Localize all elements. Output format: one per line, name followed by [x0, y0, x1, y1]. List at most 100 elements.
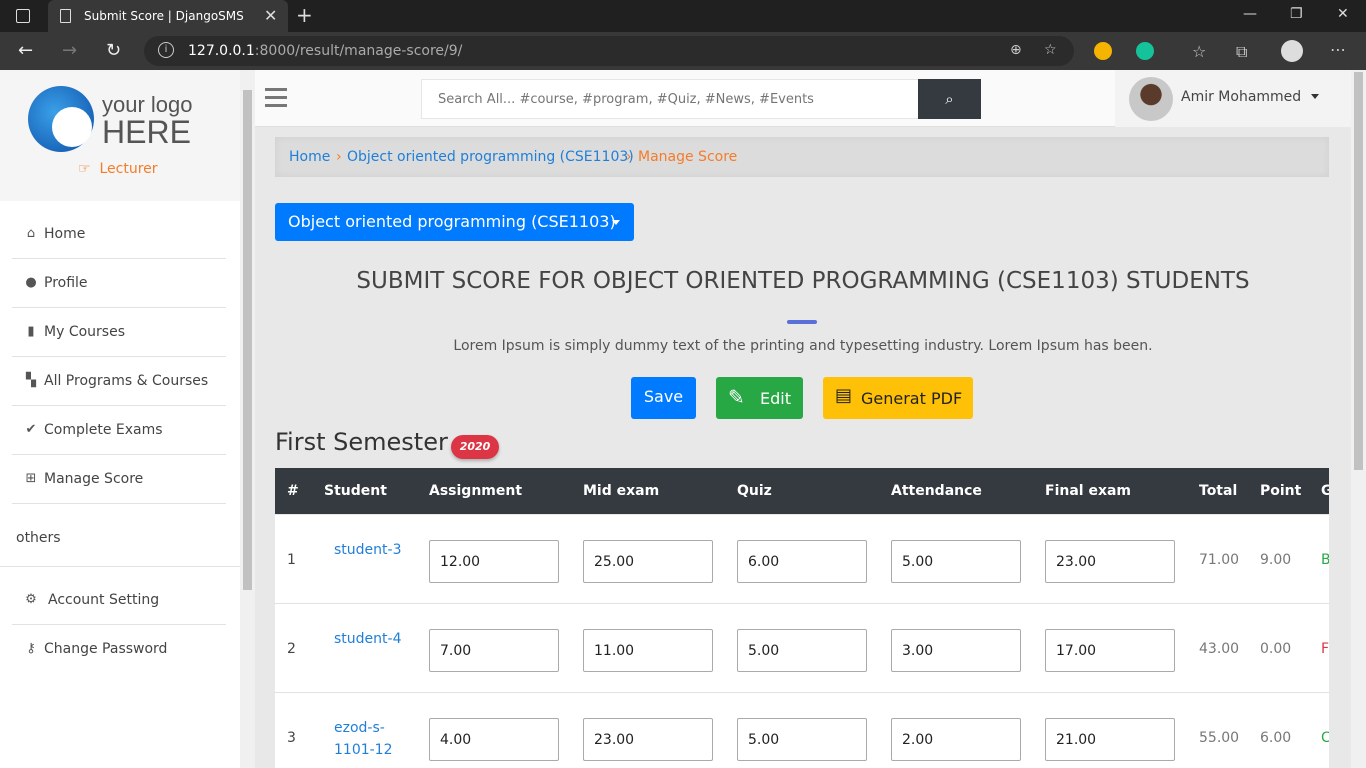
point-value: 0.00: [1260, 641, 1292, 657]
total-value: 71.00: [1199, 552, 1240, 568]
avatar[interactable]: [1129, 77, 1173, 121]
point-value: 6.00: [1260, 730, 1292, 746]
column-header: Total: [1199, 483, 1238, 499]
back-icon[interactable]: ←: [18, 40, 33, 61]
final-exam-input[interactable]: [1045, 629, 1175, 672]
student-link[interactable]: ezod-s-1101-12: [334, 717, 404, 761]
sidebar-item-profile[interactable]: ● Profile: [12, 259, 226, 308]
breadcrumb: Home › Object oriented programming (CSE1…: [275, 137, 1329, 177]
restore-icon[interactable]: ❐: [1290, 6, 1303, 22]
forward-icon[interactable]: →: [62, 40, 77, 61]
quiz-input[interactable]: [737, 629, 867, 672]
student-link[interactable]: student-4: [334, 628, 404, 650]
close-tab-icon[interactable]: ✕: [264, 6, 277, 25]
profile-icon[interactable]: [1281, 40, 1303, 62]
more-icon[interactable]: ⋯: [1330, 40, 1346, 59]
table-icon: ⊞: [25, 471, 37, 486]
pencil-icon: ✎: [728, 385, 745, 409]
refresh-icon[interactable]: ↻: [106, 40, 121, 61]
breadcrumb-home[interactable]: Home: [289, 149, 330, 165]
search-button[interactable]: ⌕: [918, 79, 981, 119]
total-value: 43.00: [1199, 641, 1240, 657]
row-number: 2: [287, 641, 296, 657]
student-link[interactable]: student-3: [334, 539, 404, 561]
others-section-label: others: [16, 530, 61, 546]
quiz-input[interactable]: [737, 540, 867, 583]
edit-button[interactable]: ✎ Edit: [716, 377, 803, 419]
zoom-icon[interactable]: ⊕: [1010, 42, 1022, 58]
close-window-icon[interactable]: ✕: [1337, 6, 1349, 22]
save-button[interactable]: Save: [631, 377, 696, 419]
logo-inner: [52, 107, 92, 147]
search-input[interactable]: [422, 80, 918, 118]
page-title: SUBMIT SCORE FOR OBJECT ORIENTED PROGRAM…: [356, 268, 1250, 294]
breadcrumb-separator: ›: [336, 149, 342, 165]
browser-tab[interactable]: Submit Score | DjangoSMS ✕: [48, 0, 288, 32]
minimize-icon[interactable]: —: [1243, 6, 1257, 22]
menu-toggle-icon[interactable]: [265, 88, 287, 112]
table-row: 1 student-3 71.00 9.00 B+: [275, 515, 1329, 604]
final-exam-input[interactable]: [1045, 540, 1175, 583]
breadcrumb-separator: ›: [626, 149, 632, 165]
point-value: 9.00: [1260, 552, 1292, 568]
mid-exam-input[interactable]: [583, 718, 713, 761]
sidebar-scrollbar[interactable]: [240, 70, 255, 768]
page-icon: [60, 9, 71, 23]
open-book-icon: ▚: [26, 373, 36, 388]
sidebar-item-my-courses[interactable]: ▮ My Courses: [12, 308, 226, 357]
column-header: Attendance: [891, 483, 982, 499]
favorites-icon[interactable]: ☆: [1192, 42, 1206, 61]
assignment-input[interactable]: [429, 629, 559, 672]
course-dropdown[interactable]: Object oriented programming (CSE1103): [275, 203, 634, 241]
user-name: Amir Mohammed: [1181, 89, 1302, 105]
grammarly-icon[interactable]: [1136, 42, 1154, 60]
workspaces-icon[interactable]: [16, 9, 30, 23]
browser-tab-bar: Submit Score | DjangoSMS ✕ + — ❐ ✕: [0, 0, 1366, 32]
favorite-add-icon[interactable]: ☆: [1044, 42, 1057, 58]
grade-value: C+: [1321, 730, 1329, 746]
generate-pdf-button[interactable]: ▤ Generat PDF: [823, 377, 973, 419]
info-icon[interactable]: i: [158, 42, 174, 58]
sidebar-item-complete-exams[interactable]: ✔ Complete Exams: [12, 406, 226, 455]
attendance-input[interactable]: [891, 540, 1021, 583]
score-table: # Student Assignment Mid exam Quiz Atten…: [275, 468, 1329, 768]
sidebar-item-manage-score[interactable]: ⊞ Manage Score: [12, 455, 226, 504]
page-scrollbar[interactable]: [1351, 70, 1366, 768]
total-value: 55.00: [1199, 730, 1240, 746]
assignment-input[interactable]: [429, 540, 559, 583]
mid-exam-input[interactable]: [583, 629, 713, 672]
sidebar-scroll-thumb[interactable]: [243, 90, 252, 590]
page-scroll-thumb[interactable]: [1354, 72, 1363, 470]
cogs-icon: ⚙: [25, 592, 37, 607]
sidebar-item-change-password[interactable]: ⚷ Change Password: [12, 625, 226, 674]
final-exam-input[interactable]: [1045, 718, 1175, 761]
user-menu[interactable]: Amir Mohammed: [1115, 70, 1351, 127]
tab-title: Submit Score | DjangoSMS: [84, 9, 244, 23]
breadcrumb-course[interactable]: Object oriented programming (CSE1103): [347, 149, 634, 165]
url-text[interactable]: 127.0.0.1:8000/result/manage-score/9/: [188, 43, 462, 59]
url-box[interactable]: i 127.0.0.1:8000/result/manage-score/9/ …: [144, 36, 1074, 66]
title-underline: [787, 320, 817, 324]
new-tab-icon[interactable]: +: [296, 3, 313, 27]
hand-point-icon: ☞: [78, 161, 91, 177]
collections-icon[interactable]: ⧉: [1236, 42, 1247, 62]
extension-icon[interactable]: [1094, 42, 1112, 60]
logo-text-line2: HERE: [102, 114, 191, 150]
sidebar-item-home[interactable]: ⌂ Home: [12, 210, 226, 259]
attendance-input[interactable]: [891, 629, 1021, 672]
sidebar-item-all-programs[interactable]: ▚ All Programs & Courses: [12, 357, 226, 406]
assignment-input[interactable]: [429, 718, 559, 761]
table-row: 2 student-4 43.00 0.00 F: [275, 604, 1329, 693]
sidebar-divider: [0, 566, 240, 567]
search-box: [421, 79, 919, 119]
sidebar-item-account-setting[interactable]: ⚙ Account Setting: [12, 576, 226, 625]
quiz-input[interactable]: [737, 718, 867, 761]
column-header: Grade: [1321, 483, 1329, 499]
chevron-down-icon: [612, 220, 620, 225]
row-number: 3: [287, 730, 296, 746]
attendance-input[interactable]: [891, 718, 1021, 761]
pdf-file-icon: ▤: [835, 385, 853, 406]
mid-exam-input[interactable]: [583, 540, 713, 583]
role-label: ☞ Lecturer: [78, 161, 158, 177]
grade-value: B+: [1321, 552, 1329, 568]
